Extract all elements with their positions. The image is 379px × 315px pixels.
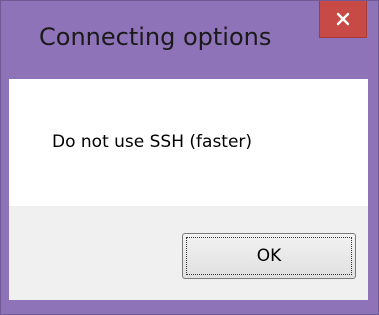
message-area: Do not use SSH (faster): [9, 79, 368, 206]
button-bar: OK: [9, 206, 368, 300]
dialog-client-area: Do not use SSH (faster) OK: [9, 79, 368, 300]
ok-button-label: OK: [256, 246, 282, 266]
ok-button[interactable]: OK: [182, 233, 356, 279]
close-icon: [336, 12, 350, 26]
dialog-message: Do not use SSH (faster): [52, 132, 253, 152]
dialog-window: Connecting options Do not use SSH (faste…: [0, 0, 379, 315]
window-title: Connecting options: [39, 23, 272, 51]
close-button[interactable]: [319, 1, 367, 38]
title-bar[interactable]: Connecting options: [1, 1, 378, 79]
